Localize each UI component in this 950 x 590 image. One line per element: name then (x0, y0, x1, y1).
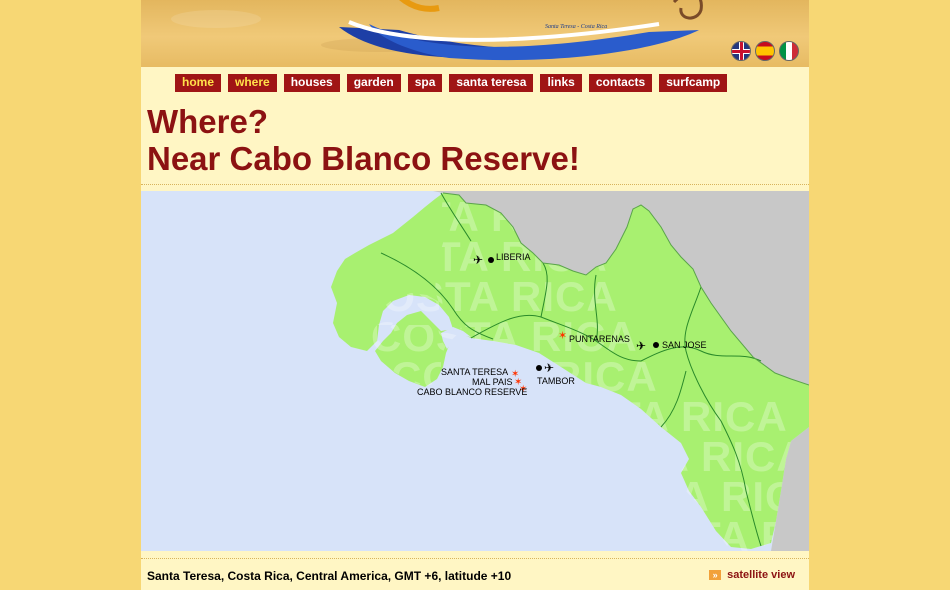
divider-top (141, 184, 809, 185)
label-cabo-blanco: CABO BLANCO RESERVE (417, 387, 527, 397)
nav-home[interactable]: home (175, 74, 222, 92)
logo-tagline: Santa Teresa - Costa Rica (545, 24, 608, 30)
satellite-view-label: satellite view (727, 569, 795, 581)
uk-flag-icon[interactable] (731, 41, 751, 61)
italian-flag-icon[interactable] (779, 41, 799, 61)
label-santa-teresa: SANTA TERESA (441, 367, 508, 377)
divider-bottom (141, 558, 809, 559)
liberia-marker (488, 257, 494, 263)
nav-contacts[interactable]: contacts (588, 74, 653, 92)
liberia-airport-icon: ✈ (473, 253, 483, 267)
nav-garden[interactable]: garden (346, 74, 401, 92)
page-title: Where? Near Cabo Blanco Reserve! (147, 103, 580, 177)
title-line2: Near Cabo Blanco Reserve! (147, 140, 580, 177)
nav-surfcamp[interactable]: surfcamp (659, 74, 728, 92)
label-san-jose: SAN JOSE (662, 340, 707, 350)
san-jose-airport-icon: ✈ (636, 339, 646, 353)
double-arrow-icon: » (709, 570, 722, 580)
nav-where[interactable]: where (228, 74, 277, 92)
main-nav: home where houses garden spa santa teres… (175, 74, 728, 92)
tambor-marker (536, 365, 542, 371)
logo[interactable] (329, 0, 709, 62)
location-map[interactable]: COSTA RICA COSTA RICA COSTA RICA COSTA R… (141, 191, 809, 551)
nav-santa-teresa[interactable]: santa teresa (449, 74, 534, 92)
label-tambor: TAMBOR (537, 376, 575, 386)
language-selector (731, 41, 799, 61)
nav-houses[interactable]: houses (283, 74, 340, 92)
puntarenas-star-icon: ✶ (558, 330, 567, 342)
title-line1: Where? (147, 103, 269, 140)
header-banner: Santa Teresa - Costa Rica (141, 0, 809, 67)
label-liberia: LIBERIA (496, 252, 531, 262)
nav-spa[interactable]: spa (407, 74, 443, 92)
tambor-airport-icon: ✈ (544, 361, 554, 375)
label-puntarenas: PUNTARENAS (569, 334, 630, 344)
san-jose-marker (653, 342, 659, 348)
nav-links[interactable]: links (540, 74, 582, 92)
location-info: Santa Teresa, Costa Rica, Central Americ… (147, 569, 512, 583)
page-container: Santa Teresa - Costa Rica home where hou… (141, 0, 809, 590)
spanish-flag-icon[interactable] (755, 41, 775, 61)
satellite-view-link[interactable]: » satellite view (709, 569, 795, 581)
label-mal-pais: MAL PAIS (472, 377, 513, 387)
